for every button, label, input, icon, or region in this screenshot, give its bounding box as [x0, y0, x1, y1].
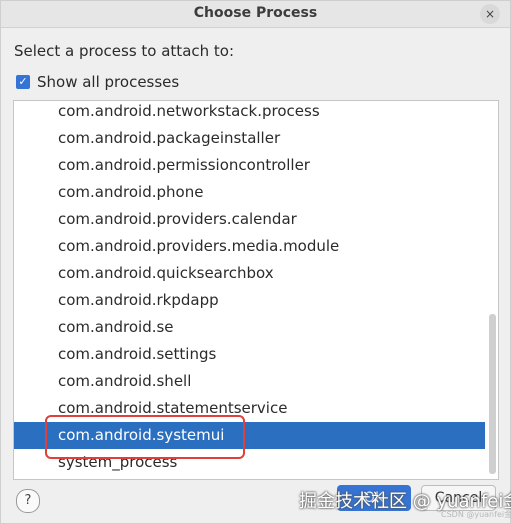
help-button[interactable]: ? [16, 489, 40, 513]
prompt-label: Select a process to attach to: [14, 42, 235, 60]
process-list-item[interactable]: com.android.rkpdapp [14, 287, 485, 314]
process-list-item[interactable]: com.android.providers.media.module [14, 233, 485, 260]
process-list-item[interactable]: com.android.providers.calendar [14, 206, 485, 233]
help-icon: ? [24, 493, 32, 508]
dialog-title: Choose Process [193, 5, 318, 21]
process-list-item[interactable]: com.android.networkstack.process [14, 101, 485, 125]
process-list-item[interactable]: com.android.packageinstaller [14, 125, 485, 152]
list-scrollbar[interactable] [486, 101, 498, 479]
close-icon: × [484, 7, 496, 21]
process-list-item[interactable]: com.android.shell [14, 368, 485, 395]
title-bar: Choose Process × [1, 1, 510, 28]
process-list-item[interactable]: com.android.permissioncontroller [14, 152, 485, 179]
scrollbar-thumb[interactable] [489, 314, 496, 474]
show-all-processes-checkbox[interactable]: ✓ [16, 75, 30, 89]
process-list-item[interactable]: com.android.se [14, 314, 485, 341]
process-list-item[interactable]: com.android.phone [14, 179, 485, 206]
watermark-subtext: CSDN @yuanfei金 [441, 510, 511, 519]
choose-process-dialog: Choose Process × Select a process to att… [0, 0, 511, 524]
annotation-highlight-box [45, 415, 245, 459]
process-list-item[interactable]: com.android.settings [14, 341, 485, 368]
show-all-processes-checkbox-row[interactable]: ✓ Show all processes [16, 72, 179, 92]
close-button[interactable]: × [480, 4, 500, 24]
show-all-processes-label: Show all processes [37, 73, 180, 91]
check-icon: ✓ [18, 75, 28, 88]
process-list-item[interactable]: com.android.quicksearchbox [14, 260, 485, 287]
